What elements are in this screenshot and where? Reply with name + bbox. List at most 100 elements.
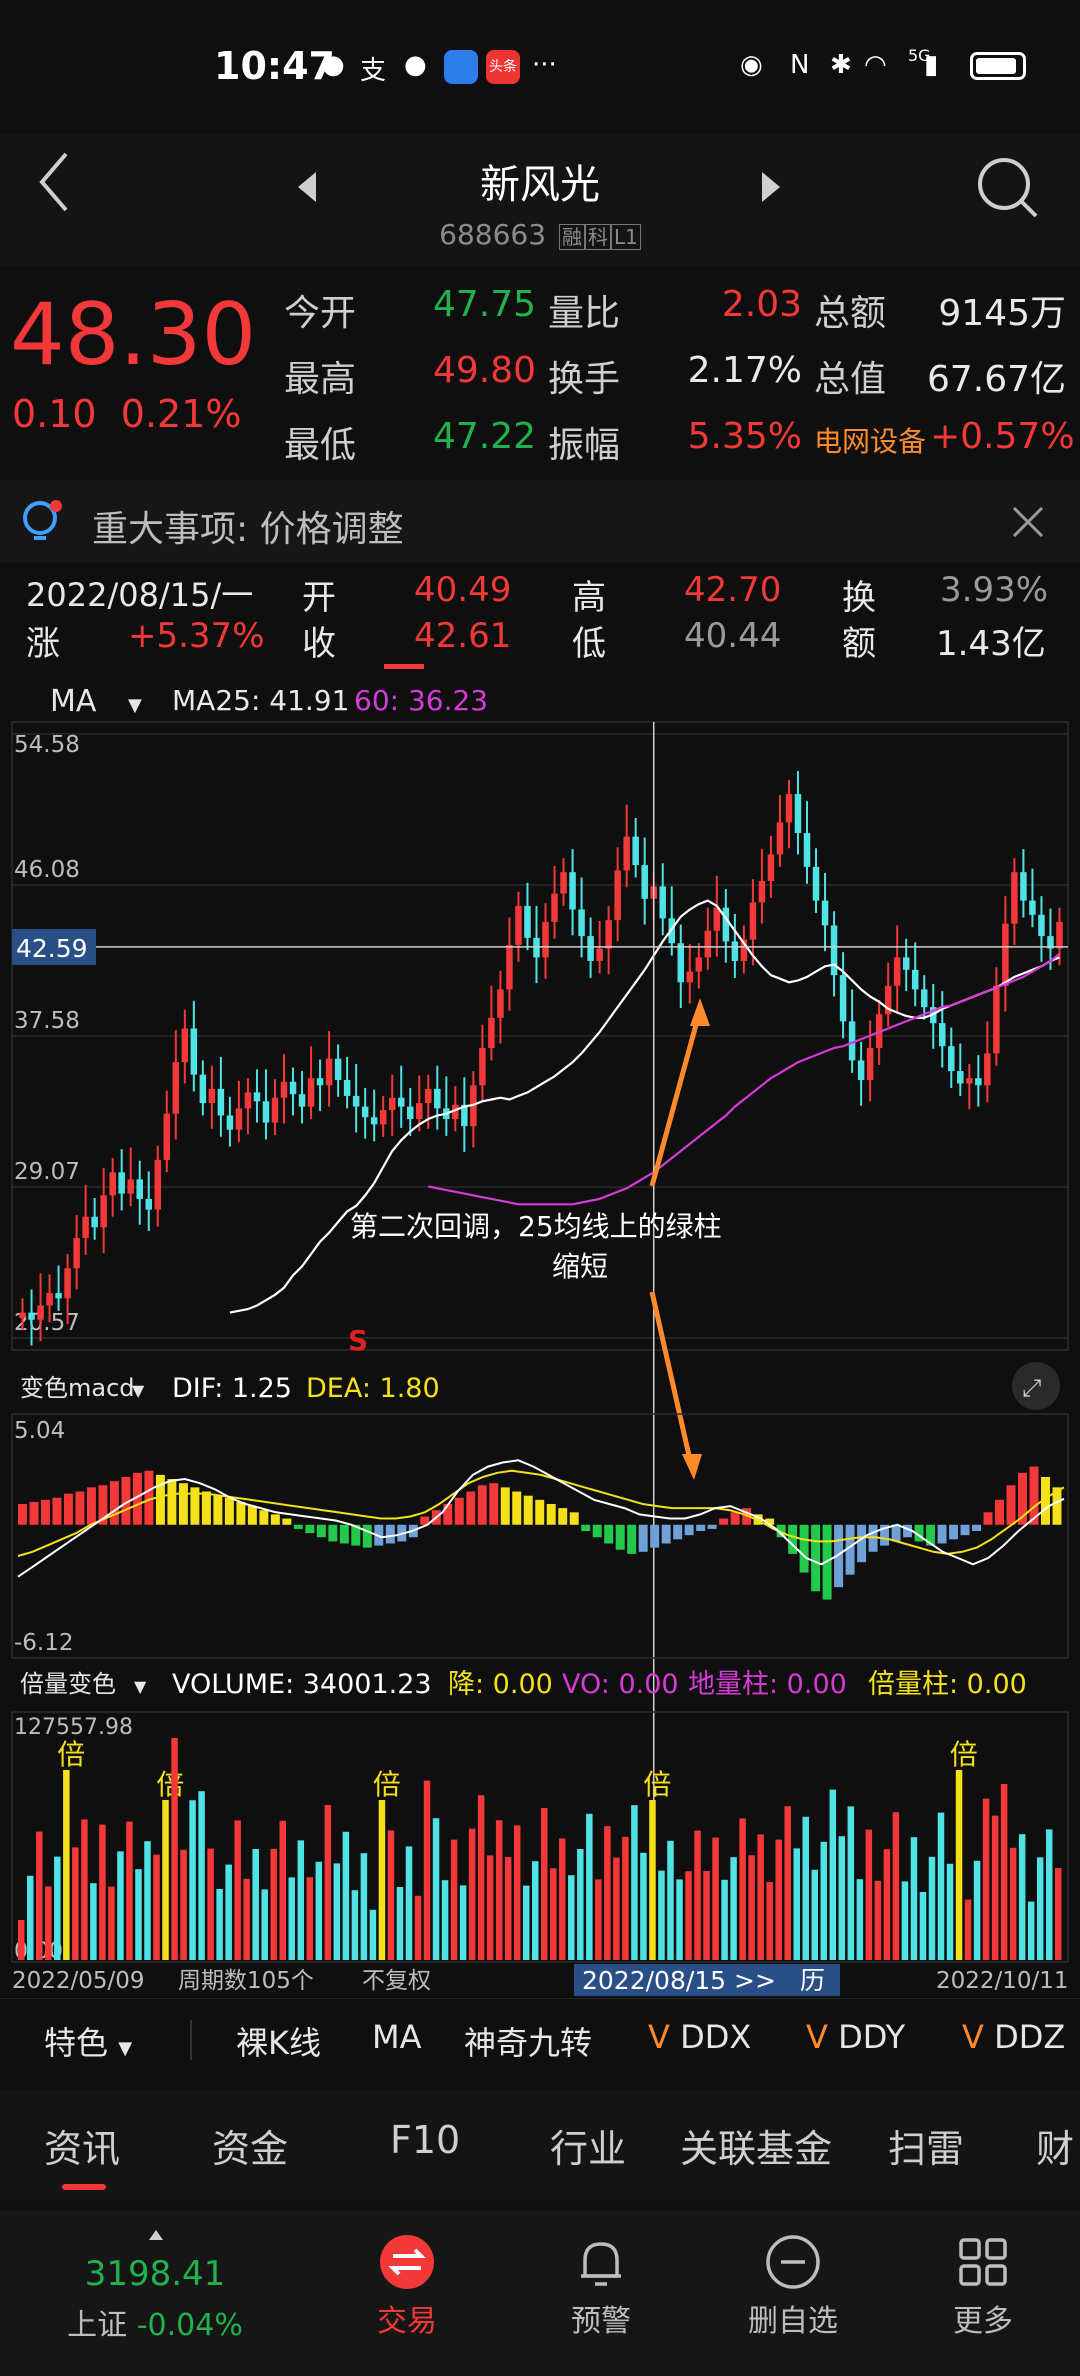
tab-finance[interactable]: 财 xyxy=(1036,2118,1074,2173)
index-value[interactable]: 3198.41 xyxy=(40,2254,270,2294)
candle-body xyxy=(506,944,513,990)
ma60-value: 60: 36.23 xyxy=(354,684,489,717)
tab-ddy[interactable]: V DDY xyxy=(806,2018,905,2056)
turnover-label: 换手 xyxy=(548,359,621,400)
candle-body xyxy=(866,1047,874,1080)
volume-bar xyxy=(531,1861,539,1960)
message-icon: ● xyxy=(404,50,427,80)
current-date: 2022/08/15 >> xyxy=(582,1966,776,1995)
next-stock-button[interactable] xyxy=(758,170,782,208)
volume-bar xyxy=(207,1848,214,1960)
tab-ddx[interactable]: V DDX xyxy=(648,2018,751,2056)
tab-naked-k[interactable]: 裸K线 xyxy=(236,2018,321,2064)
macd-histogram-bar xyxy=(201,1491,211,1525)
volume-bar xyxy=(676,1879,683,1960)
tab-risk-scan[interactable]: 扫雷 xyxy=(888,2118,964,2173)
macd-histogram-bar xyxy=(535,1499,545,1525)
dea-value: DEA: 1.80 xyxy=(306,1373,440,1404)
candle-body xyxy=(641,865,648,899)
candle-body xyxy=(289,1081,297,1095)
volume-bar xyxy=(559,1838,566,1960)
volume-bar xyxy=(1018,1834,1026,1960)
candle-body xyxy=(957,1071,964,1084)
volume-bar xyxy=(63,1770,70,1960)
volume-bar xyxy=(495,1820,503,1960)
candle-body xyxy=(767,854,775,882)
candle-body xyxy=(298,1094,306,1107)
candle-body xyxy=(659,886,666,919)
volume-bar xyxy=(649,1800,656,1960)
volume-bar xyxy=(955,1770,963,1960)
candle-body xyxy=(397,1097,405,1107)
candle-body xyxy=(325,1058,333,1086)
volume-bar xyxy=(874,1880,882,1960)
tab-funds[interactable]: 资金 xyxy=(212,2118,288,2173)
trade-icon xyxy=(380,2235,434,2289)
index-info[interactable]: 上证 -0.04% xyxy=(40,2300,270,2344)
feature-selector[interactable]: 特色 ▼ xyxy=(44,2018,132,2064)
amount-label: 总额 xyxy=(814,293,887,334)
macd-histogram-bar xyxy=(638,1524,648,1552)
volume-bar xyxy=(811,1869,819,1960)
volume-bar xyxy=(775,1839,782,1960)
grid-icon xyxy=(959,2238,1007,2286)
alert-nav-button[interactable]: 预警 xyxy=(526,2232,676,2340)
annotation-arrowhead-down xyxy=(682,1454,702,1480)
history-label: 历 xyxy=(800,1966,825,1995)
price-y-tick: 29.07 xyxy=(14,1159,80,1185)
candle-body xyxy=(181,1028,189,1063)
day-open-label: 开 xyxy=(302,578,336,618)
candle-body xyxy=(966,1078,973,1084)
volume-bar xyxy=(586,1813,593,1960)
candle-body xyxy=(975,1078,982,1086)
more-button[interactable]: 更多 xyxy=(908,2232,1058,2340)
macd-histogram-bar xyxy=(719,1518,729,1525)
volume-bar xyxy=(1054,1868,1062,1960)
ddx-label: DDX xyxy=(680,2018,752,2056)
candle-body xyxy=(623,836,630,871)
trade-label: 交易 xyxy=(377,2304,437,2339)
open-label: 今开 xyxy=(284,293,357,334)
tab-industry[interactable]: 行业 xyxy=(550,2118,626,2173)
browser-icon xyxy=(444,50,478,84)
sector-link[interactable]: 电网设备 xyxy=(814,420,926,460)
tab-ddz[interactable]: V DDZ xyxy=(962,2018,1065,2056)
tab-ma[interactable]: MA xyxy=(372,2018,422,2056)
candle-body xyxy=(939,1023,946,1047)
trade-button[interactable]: 交易 xyxy=(332,2232,482,2340)
tab-news[interactable]: 资讯 xyxy=(44,2118,120,2173)
day-high-value: 42.70 xyxy=(684,570,782,610)
macd-histogram-bar xyxy=(650,1524,660,1548)
volume-y-max: 127557.98 xyxy=(14,1715,133,1740)
volume-bar xyxy=(423,1780,431,1960)
candle-body xyxy=(776,822,784,855)
remove-watchlist-button[interactable]: 删自选 xyxy=(718,2232,868,2340)
dropdown-icon: ▼ xyxy=(134,1677,147,1696)
expand-arrows-icon: ⤢ xyxy=(1022,1374,1041,1402)
tab-f10[interactable]: F10 xyxy=(390,2118,460,2162)
macd-histogram-bar xyxy=(109,1481,119,1525)
candle-body xyxy=(632,836,639,866)
close-alert-button[interactable] xyxy=(1010,504,1046,544)
sell-signal: S xyxy=(348,1324,368,1357)
candle-body xyxy=(55,1293,62,1299)
stock-chart[interactable]: 54.5846.0837.5829.0720.5742.59第二次回调，25均线… xyxy=(0,720,1080,1998)
ma-selector[interactable]: MA ▼ xyxy=(50,684,142,719)
candle-body xyxy=(524,905,531,938)
candle-body xyxy=(46,1293,53,1306)
volume-bar xyxy=(568,1875,575,1960)
volume-bar xyxy=(342,1831,350,1960)
candle-body xyxy=(920,989,928,1008)
amount-value: 9145万 xyxy=(938,293,1066,334)
tab-related-funds[interactable]: 关联基金 xyxy=(680,2118,832,2173)
ma-type: MA xyxy=(50,684,97,719)
macd-histogram-bar xyxy=(615,1524,625,1550)
candle-body xyxy=(479,1047,486,1086)
status-time: 10:47 xyxy=(214,44,335,88)
candle-body xyxy=(902,957,910,970)
search-button[interactable] xyxy=(976,156,1040,224)
change-value: 0.10 xyxy=(12,392,97,436)
wifi-icon: ◠ xyxy=(864,50,887,80)
tab-nine[interactable]: 神奇九转 xyxy=(464,2018,592,2064)
price-y-tick: 54.58 xyxy=(14,732,80,758)
